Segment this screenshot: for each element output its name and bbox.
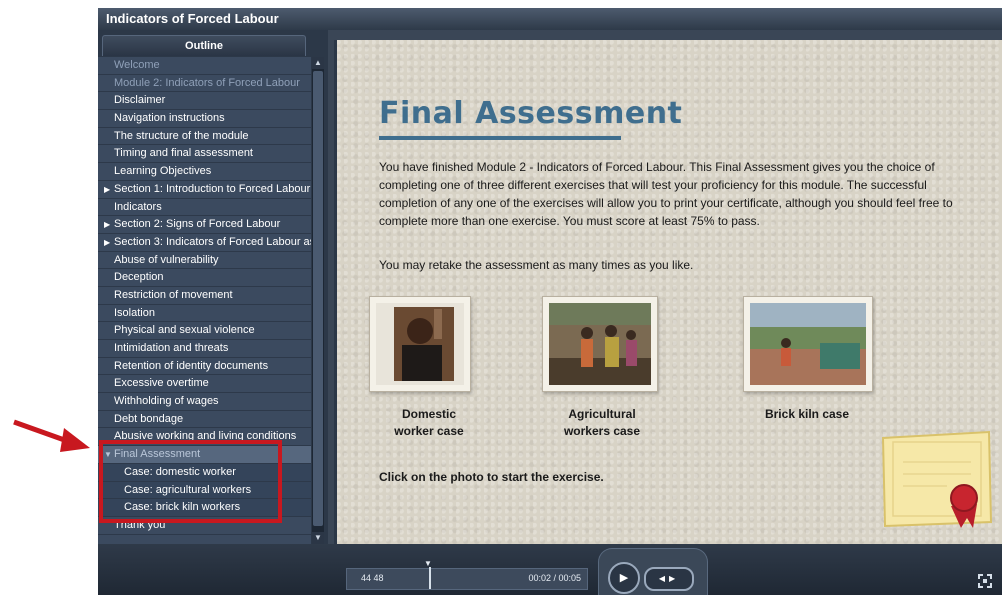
sidebar-scrollbar[interactable]: ▲ ▼	[312, 57, 324, 544]
case-label-agricultural: Agricultural workers case	[563, 407, 641, 438]
intro-paragraph: You have finished Module 2 - Indicators …	[379, 160, 953, 228]
play-button[interactable]: ▶	[608, 562, 640, 594]
play-icon: ▶	[619, 572, 629, 584]
outline-item-indicators[interactable]: Indicators	[98, 199, 311, 217]
player-controls: ▼ 44 48 00:02 / 00:05 ▶ ◀▶	[98, 544, 1002, 595]
outline-item-retention[interactable]: Retention of identity documents	[98, 358, 311, 376]
tab-outline[interactable]: Outline	[102, 35, 306, 56]
step-button[interactable]: ◀▶	[644, 567, 694, 591]
outline-item-wages[interactable]: Withholding of wages	[98, 393, 311, 411]
outline-item-section-1[interactable]: ▶ Section 1: Introduction to Forced Labou…	[98, 181, 311, 199]
outline-item-debt-bondage[interactable]: Debt bondage	[98, 411, 311, 429]
scroll-down-icon[interactable]: ▼	[312, 532, 324, 544]
outline-item-violence[interactable]: Physical and sexual violence	[98, 322, 311, 340]
window-title: Indicators of Forced Labour	[98, 8, 1002, 30]
outline-item-structure[interactable]: The structure of the module	[98, 128, 311, 146]
agricultural-workers-image	[549, 303, 651, 385]
domestic-worker-image	[376, 303, 464, 385]
case-domestic[interactable]: Domestic worker case	[369, 296, 489, 440]
progress-bar[interactable]: 44 48 00:02 / 00:05	[346, 567, 588, 590]
photo-agricultural-workers[interactable]	[542, 296, 658, 392]
fullscreen-icon[interactable]	[978, 574, 992, 588]
outline-item-abuse[interactable]: Abuse of vulnerability	[98, 252, 311, 270]
retake-paragraph: You may retake the assessment as many ti…	[379, 258, 694, 272]
slide-counter: 44 48	[361, 573, 384, 583]
outline-item-section-2[interactable]: ▶ Section 2: Signs of Forced Labour	[98, 216, 311, 234]
expand-triangle-icon[interactable]: ▶	[104, 234, 114, 251]
outline-item-timing[interactable]: Timing and final assessment	[98, 145, 311, 164]
case-label-brick-kiln: Brick kiln case	[764, 407, 850, 421]
scrollbar-thumb[interactable]	[313, 71, 323, 526]
brick-kiln-image	[750, 303, 866, 385]
case-label-domestic: Domestic worker case	[394, 407, 464, 438]
annotation-arrow-icon	[13, 419, 90, 452]
outline-item-disclaimer[interactable]: Disclaimer	[98, 92, 311, 111]
page-title: Final Assessment	[379, 96, 683, 131]
outline-item-restriction[interactable]: Restriction of movement	[98, 287, 311, 305]
progress-handle[interactable]	[429, 567, 431, 589]
case-brick-kiln[interactable]: Brick kiln case	[743, 296, 873, 423]
outline-item-navigation[interactable]: Navigation instructions	[98, 110, 311, 128]
highlight-box	[99, 440, 282, 523]
outline-item-section-3[interactable]: ▶ Section 3: Indicators of Forced Labour …	[98, 234, 311, 252]
certificate-icon	[881, 430, 993, 528]
expand-triangle-icon[interactable]: ▶	[104, 216, 114, 233]
step-icon: ◀▶	[658, 574, 680, 583]
expand-triangle-icon[interactable]: ▶	[104, 181, 114, 198]
photo-domestic-worker[interactable]	[369, 296, 471, 392]
outline-item-overtime[interactable]: Excessive overtime	[98, 375, 311, 394]
case-agricultural[interactable]: Agricultural workers case	[542, 296, 662, 440]
title-underline	[379, 136, 621, 140]
photo-brick-kiln[interactable]	[743, 296, 873, 392]
outline-item-isolation[interactable]: Isolation	[98, 305, 311, 323]
outline-item-objectives[interactable]: Learning Objectives	[98, 163, 311, 181]
outline-item-intimidation[interactable]: Intimidation and threats	[98, 340, 311, 358]
outline-item-module-2[interactable]: Module 2: Indicators of Forced Labour	[98, 75, 311, 93]
scroll-up-icon[interactable]: ▲	[312, 57, 324, 69]
timecode: 00:02 / 00:05	[528, 573, 581, 583]
outline-item-welcome[interactable]: Welcome	[98, 57, 311, 75]
outline-item-deception[interactable]: Deception	[98, 269, 311, 287]
content-panel: Final Assessment You have finished Modul…	[334, 40, 1002, 544]
